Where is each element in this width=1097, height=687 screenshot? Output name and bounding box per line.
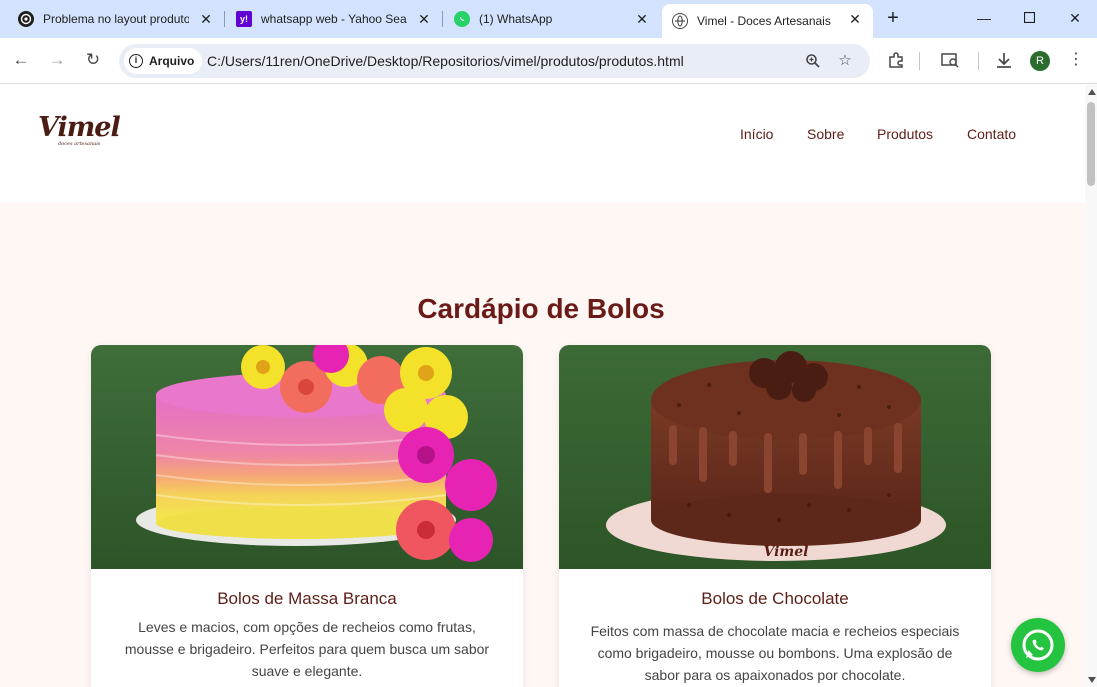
toolbar-separator <box>978 52 979 70</box>
browser-tab-3[interactable]: (1) WhatsApp ✕ <box>444 4 660 34</box>
site-info-chip[interactable]: i Arquivo <box>124 48 203 74</box>
tab-strip: Problema no layout produtos ✕ y! whatsap… <box>0 0 1097 38</box>
nav-link-sobre[interactable]: Sobre <box>807 126 844 142</box>
new-tab-icon[interactable]: + <box>881 7 905 31</box>
yahoo-icon: y! <box>236 11 252 27</box>
globe-icon <box>672 13 688 29</box>
toolbar-separator <box>919 52 920 70</box>
download-icon[interactable] <box>993 49 1015 71</box>
tab-title: Vimel - Doces Artesanais <box>697 14 831 28</box>
scroll-down-arrow-icon[interactable] <box>1088 677 1096 683</box>
tab-close-icon[interactable]: ✕ <box>634 11 650 27</box>
card-description: Feitos com massa de chocolate macia e re… <box>590 623 960 683</box>
whatsapp-float-button[interactable] <box>1011 618 1065 672</box>
card-title: Bolos de Massa Branca <box>217 589 397 608</box>
browser-toolbar: ← → ↻ i Arquivo C:/Users/11ren/OneDrive/… <box>0 38 1097 84</box>
security-label: Arquivo <box>149 54 195 68</box>
nav-link-inicio[interactable]: Início <box>740 126 773 142</box>
tab-title: whatsapp web - Yahoo Search <box>261 12 407 26</box>
tab-close-icon[interactable]: ✕ <box>416 11 432 27</box>
whatsapp-icon <box>1022 629 1054 661</box>
product-card-massa-branca[interactable]: Bolos de Massa Branca Leves e macios, co… <box>91 345 523 687</box>
tab-close-icon[interactable]: ✕ <box>847 11 863 27</box>
product-card-chocolate[interactable]: Vimel Bolos de Chocolate Feitos com mass… <box>559 345 991 687</box>
card-description: Leves e macios, com opções de recheios c… <box>124 619 490 679</box>
site-header: Vimel doces artesanais Início Sobre Prod… <box>0 85 1085 202</box>
reading-mode-icon[interactable] <box>939 49 961 71</box>
tab-title: Problema no layout produtos <box>43 12 189 26</box>
page-scrollbar[interactable] <box>1085 85 1097 687</box>
browser-tab-1[interactable]: Problema no layout produtos ✕ <box>8 4 224 34</box>
github-icon <box>18 11 34 27</box>
cake-image-massa-branca <box>91 345 523 569</box>
whatsapp-icon <box>454 11 470 27</box>
logo-name: Vimel <box>38 112 121 143</box>
reload-icon[interactable]: ↻ <box>82 49 104 71</box>
forward-icon[interactable]: → <box>46 49 68 71</box>
browser-tab-4[interactable]: Vimel - Doces Artesanais ✕ <box>662 4 873 38</box>
cake-image-chocolate: Vimel <box>559 345 991 569</box>
page-viewport: Vimel doces artesanais Início Sobre Prod… <box>0 85 1085 687</box>
zoom-icon[interactable] <box>803 51 823 71</box>
maximize-icon[interactable] <box>1015 6 1043 30</box>
url-text[interactable]: C:/Users/11ren/OneDrive/Desktop/Reposito… <box>207 53 684 69</box>
minimize-icon[interactable]: — <box>970 6 998 30</box>
nav-link-produtos[interactable]: Produtos <box>877 126 933 142</box>
scroll-up-arrow-icon[interactable] <box>1088 89 1096 95</box>
bookmark-star-icon[interactable]: ☆ <box>835 51 855 71</box>
address-bar[interactable]: i Arquivo C:/Users/11ren/OneDrive/Deskto… <box>119 44 870 78</box>
extensions-icon[interactable] <box>885 49 907 71</box>
info-icon: i <box>129 54 143 68</box>
tab-separator <box>442 11 443 27</box>
scroll-thumb[interactable] <box>1087 102 1095 186</box>
page-title: Cardápio de Bolos <box>417 293 665 324</box>
tab-close-icon[interactable]: ✕ <box>198 11 214 27</box>
profile-avatar[interactable]: R <box>1030 51 1050 71</box>
back-icon[interactable]: ← <box>10 49 32 71</box>
products-section: Cardápio de Bolos Bolos de Massa Branca … <box>0 202 1085 687</box>
close-window-icon[interactable]: ✕ <box>1061 6 1089 30</box>
tab-title: (1) WhatsApp <box>479 12 553 26</box>
cake-base-logo: Vimel <box>764 544 809 560</box>
browser-tab-2[interactable]: y! whatsapp web - Yahoo Search ✕ <box>226 4 442 34</box>
card-title: Bolos de Chocolate <box>701 589 849 608</box>
tab-separator <box>224 11 225 27</box>
site-logo[interactable]: Vimel doces artesanais <box>38 112 121 155</box>
nav-link-contato[interactable]: Contato <box>967 126 1016 142</box>
menu-kebab-icon[interactable]: ⋮ <box>1065 49 1087 71</box>
